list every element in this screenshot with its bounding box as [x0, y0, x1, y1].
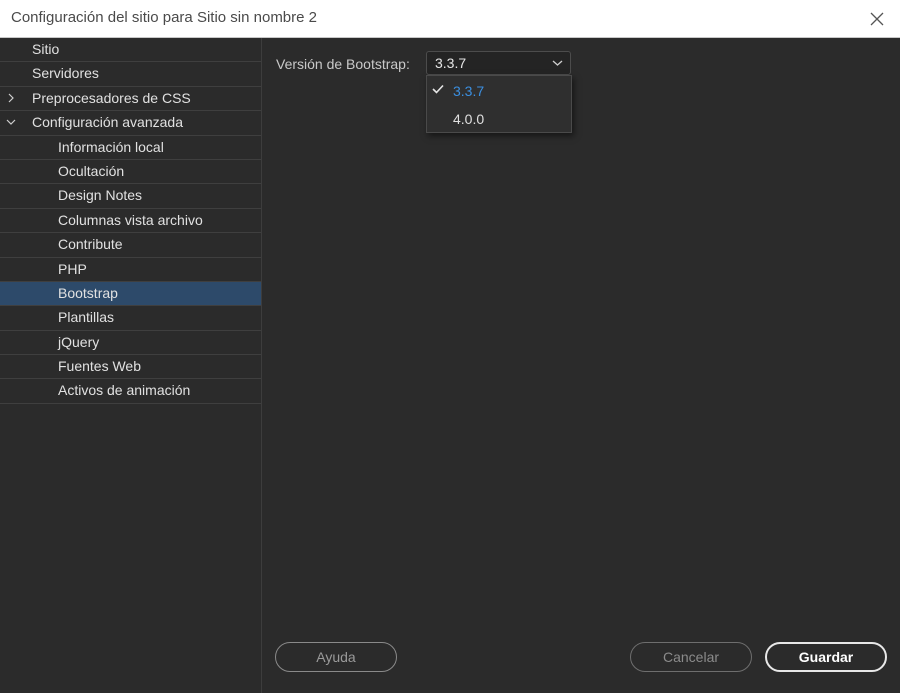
sidebar-item-sitio[interactable]: Sitio [0, 38, 261, 63]
sidebar-item-label: Sitio [32, 41, 60, 57]
sidebar-item-label: Bootstrap [58, 284, 118, 301]
bootstrap-version-label: Versión de Bootstrap: [276, 56, 410, 72]
bootstrap-version-dropdown: 3.3.7 4.0.0 [426, 75, 572, 133]
sidebar-item-fuentes-web[interactable]: Fuentes Web [0, 355, 261, 380]
dialog-title: Configuración del sitio para Sitio sin n… [11, 9, 317, 26]
version-option-label: 4.0.0 [453, 111, 485, 127]
sidebar-item-label: Fuentes Web [58, 358, 142, 375]
sidebar-item-label: Configuración avanzada [32, 114, 183, 131]
sidebar-item-contribute[interactable]: Contribute [0, 233, 261, 258]
sidebar-item-servidores[interactable]: Servidores [0, 62, 261, 87]
sidebar-item-plantillas[interactable]: Plantillas [0, 306, 261, 331]
settings-category-list: Sitio Servidores Preprocesadores de CSS Con… [0, 38, 262, 693]
sidebar-item-informacion-local[interactable]: Información local [0, 136, 261, 160]
sidebar-item-label: Información local [58, 138, 164, 155]
sidebar-item-label: Ocultación [58, 162, 125, 179]
sidebar-item-label: Design Notes [58, 187, 143, 204]
version-option-3-3-7[interactable]: 3.3.7 [427, 76, 571, 104]
cancel-button[interactable]: Cancelar [630, 642, 752, 672]
sidebar-item-label: Contribute [58, 236, 123, 253]
sidebar-item-configuracion-avanzada[interactable]: Configuración avanzada [0, 111, 261, 136]
sidebar-item-activos-de-animacion[interactable]: Activos de animación [0, 379, 261, 404]
sidebar-item-preprocesadores-de-css[interactable]: Preprocesadores de CSS [0, 87, 261, 112]
save-button[interactable]: Guardar [765, 642, 887, 672]
close-icon[interactable] [862, 4, 892, 34]
help-button[interactable]: Ayuda [275, 642, 397, 672]
bootstrap-settings-panel: Versión de Bootstrap: 3.3.7 3.3.7 4.0.0 … [262, 38, 900, 693]
bootstrap-version-value: 3.3.7 [435, 55, 467, 71]
sidebar-item-bootstrap[interactable]: Bootstrap [0, 281, 261, 307]
sidebar-item-label: Activos de animación [58, 382, 191, 399]
bootstrap-version-select[interactable]: 3.3.7 [426, 51, 571, 75]
sidebar-item-label: PHP [58, 260, 87, 277]
sidebar-item-label: Preprocesadores de CSS [32, 89, 191, 106]
sidebar-item-ocultacion[interactable]: Ocultación [0, 160, 261, 185]
sidebar-item-label: Plantillas [58, 309, 115, 326]
title-bar: Configuración del sitio para Sitio sin n… [0, 0, 900, 38]
version-option-4-0-0[interactable]: 4.0.0 [427, 104, 571, 132]
chevron-right-icon[interactable] [5, 92, 17, 104]
chevron-down-icon[interactable] [5, 116, 17, 128]
sidebar-item-php[interactable]: PHP [0, 258, 261, 282]
site-settings-dialog: Configuración del sitio para Sitio sin n… [0, 0, 900, 693]
checkmark-icon [432, 84, 444, 94]
sidebar-item-columnas-vista-archivo[interactable]: Columnas vista archivo [0, 209, 261, 234]
sidebar-item-label: Servidores [32, 65, 99, 82]
chevron-down-icon [552, 60, 563, 66]
sidebar-item-label: Columnas vista archivo [58, 211, 203, 228]
sidebar-item-jquery[interactable]: jQuery [0, 331, 261, 356]
sidebar-item-label: jQuery [58, 333, 100, 350]
version-option-label: 3.3.7 [453, 83, 485, 99]
sidebar-item-design-notes[interactable]: Design Notes [0, 184, 261, 209]
